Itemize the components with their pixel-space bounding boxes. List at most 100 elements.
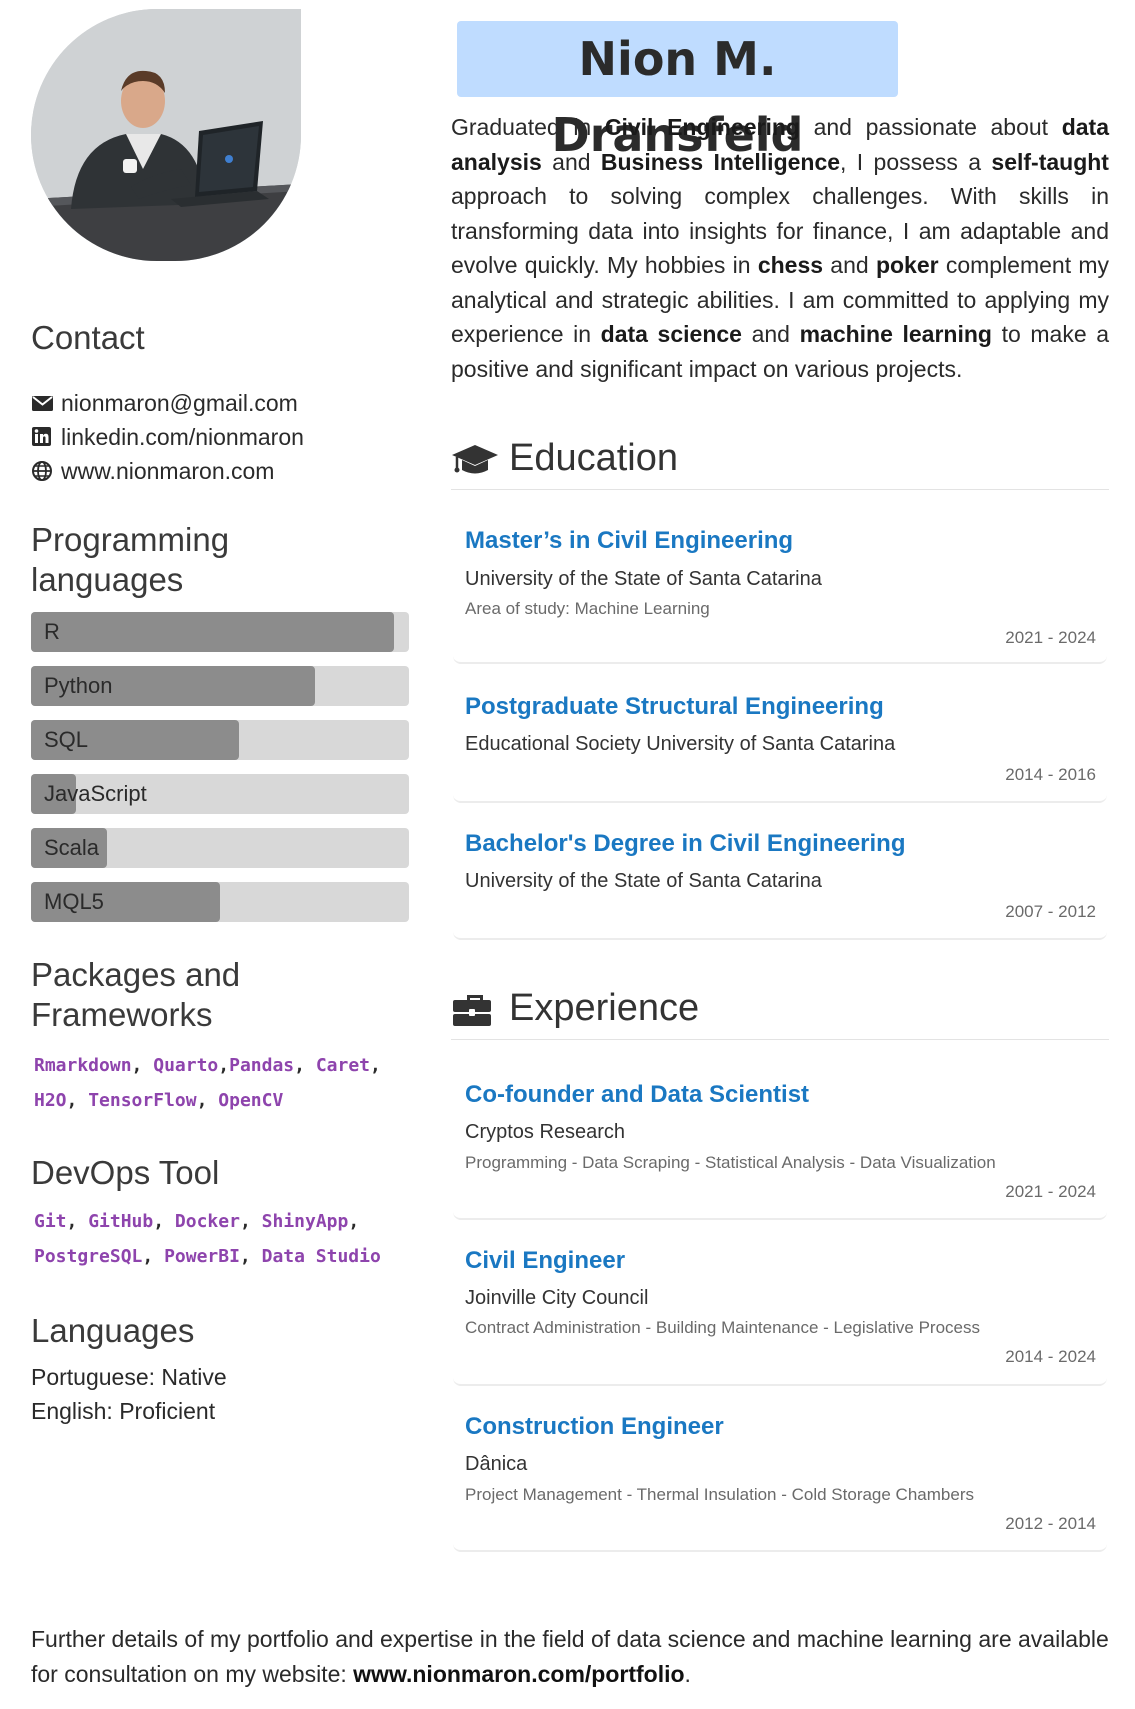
skill-label: Python [44, 673, 113, 698]
entry-years: 2014 - 2024 [1005, 1347, 1096, 1366]
entry-detail: Programming - Data Scraping - Statistica… [465, 1153, 996, 1172]
bio-highlight: machine learning [799, 321, 992, 347]
skill-bar: R [31, 612, 409, 652]
package-item: TensorFlow [88, 1090, 197, 1111]
entry-years: 2021 - 2024 [1005, 1182, 1096, 1201]
entry-detail: Contract Administration - Building Maint… [465, 1318, 980, 1337]
skill-label: R [44, 619, 60, 644]
skill-bar: JavaScript [31, 774, 409, 814]
devops-item: PowerBI [164, 1246, 240, 1267]
entry-detail: Project Management - Thermal Insulation … [465, 1485, 974, 1504]
entry-years: 2021 - 2024 [1005, 628, 1096, 647]
bio-text: and [541, 148, 601, 175]
entry-org: University of the State of Santa Catarin… [465, 870, 822, 892]
language-item: English: Proficient [31, 1398, 216, 1424]
experience-heading: Experience [451, 978, 1109, 1040]
entry-title: Bachelor's Degree in Civil Engineering [465, 830, 906, 857]
entry-title: Civil Engineer [465, 1247, 626, 1274]
devops-item: ShinyApp [261, 1211, 349, 1232]
devops-item: Docker [174, 1211, 240, 1232]
entry-title: Co-founder and Data Scientist [465, 1081, 810, 1108]
contact-website[interactable]: www.nionmaron.com [31, 454, 304, 488]
bio-highlight: Business Intelligence [600, 148, 841, 175]
bio-paragraph: Graduated in Civil Engineering and passi… [451, 110, 1109, 386]
package-item: Quarto [153, 1055, 219, 1076]
entry-org: Joinville City Council [465, 1287, 649, 1309]
bio-highlight: poker [875, 252, 939, 278]
packages-heading: Packages and Frameworks [31, 956, 241, 1033]
entry-org: University of the State of Santa Catarin… [465, 568, 822, 590]
contact-linkedin[interactable]: linkedin.com/nionmaron [31, 420, 304, 454]
profile-photo [31, 9, 301, 261]
skill-bar: SQL [31, 720, 409, 760]
skill-label: Scala [44, 835, 100, 860]
briefcase-icon [453, 994, 491, 1026]
package-item: H2O [34, 1090, 67, 1111]
bio-highlight: self-taught [991, 148, 1109, 175]
education-heading: Education [451, 428, 1109, 490]
skill-bar: Python [31, 666, 409, 706]
person-name: Nion M. Dransfeld [457, 21, 898, 162]
entry-title: Construction Engineer [465, 1413, 724, 1440]
entry-org: Cryptos Research [465, 1121, 626, 1143]
bio-text: , I possess a [840, 148, 992, 175]
entry-org: Dânica [465, 1453, 528, 1475]
profile-photo-illustration [31, 9, 301, 261]
portfolio-link[interactable]: www.nionmaron.com/portfolio [353, 1661, 684, 1687]
bio-text: Graduated in [451, 114, 605, 140]
devops-list: Git, GitHub, Docker, ShinyApp, PostgreSQL… [34, 1211, 381, 1267]
skill-bar: Scala [31, 828, 409, 868]
package-item: Pandas [229, 1055, 295, 1076]
graduation-cap-icon [452, 444, 498, 473]
bio-text: and [741, 321, 800, 347]
entry-title: Master’s in Civil Engineering [465, 527, 794, 554]
experience-entry: Construction Engineer Dânica Project Man… [453, 1413, 1107, 1552]
programming-heading: Programming languages [31, 521, 230, 598]
devops-item: PostgreSQL [34, 1246, 143, 1267]
footer-note: Further details of my portfolio and expe… [31, 1622, 1111, 1691]
language-item: Portuguese: Native [31, 1364, 227, 1390]
packages-list: Rmarkdown, Quarto,Pandas, Caret, H2O, Ten… [34, 1055, 381, 1111]
bio-highlight: Civil Engineering [604, 114, 800, 140]
contact-heading: Contact [31, 319, 145, 356]
package-item: OpenCV [218, 1090, 284, 1111]
skill-label: MQL5 [44, 889, 104, 914]
package-item: Caret [315, 1055, 371, 1076]
entry-org: Educational Society University of Santa … [465, 733, 896, 755]
package-item: Rmarkdown [34, 1055, 132, 1076]
programming-bars: R Python SQL JavaScript Scala MQL5 [31, 612, 409, 936]
contact-email[interactable]: nionmaron@gmail.com [31, 386, 304, 420]
languages-list: Portuguese: Native English: Proficient [31, 1360, 227, 1428]
contact-website-text: www.nionmaron.com [61, 457, 275, 484]
experience-title: Experience [509, 987, 700, 1029]
footer-end: . [684, 1660, 691, 1687]
experience-entry: Civil Engineer Joinville City Council Co… [453, 1247, 1107, 1386]
devops-item: Data Studio [261, 1246, 381, 1267]
devops-item: GitHub [88, 1211, 154, 1232]
education-entry: Postgraduate Structural Engineering Educ… [453, 693, 1107, 803]
devops-item: Git [34, 1211, 67, 1232]
education-entry: Master’s in Civil Engineering University… [453, 527, 1107, 664]
globe-icon [32, 461, 52, 481]
contact-linkedin-text: linkedin.com/nionmaron [61, 423, 304, 450]
bio-highlight: chess [757, 252, 824, 278]
entry-years: 2014 - 2016 [1005, 765, 1096, 784]
education-title: Education [509, 437, 679, 479]
skill-bar: MQL5 [31, 882, 409, 922]
linkedin-icon [32, 427, 51, 446]
entry-detail: Area of study: Machine Learning [465, 599, 710, 618]
skill-bar-fill [31, 612, 394, 652]
bio-highlight: data science [600, 321, 742, 347]
devops-heading: DevOps Tool [31, 1154, 220, 1191]
skill-label: JavaScript [44, 781, 147, 806]
contact-email-text: nionmaron@gmail.com [61, 389, 298, 416]
skill-label: SQL [44, 727, 89, 752]
bio-text: and [823, 252, 876, 278]
bio-text: and passionate about [799, 114, 1062, 140]
languages-heading: Languages [31, 1312, 195, 1349]
education-entry: Bachelor's Degree in Civil Engineering U… [453, 830, 1107, 940]
experience-entry: Co-founder and Data Scientist Cryptos Re… [453, 1081, 1107, 1220]
envelope-icon [32, 396, 53, 411]
entry-title: Postgraduate Structural Engineering [465, 693, 884, 720]
entry-years: 2012 - 2014 [1005, 1514, 1096, 1533]
